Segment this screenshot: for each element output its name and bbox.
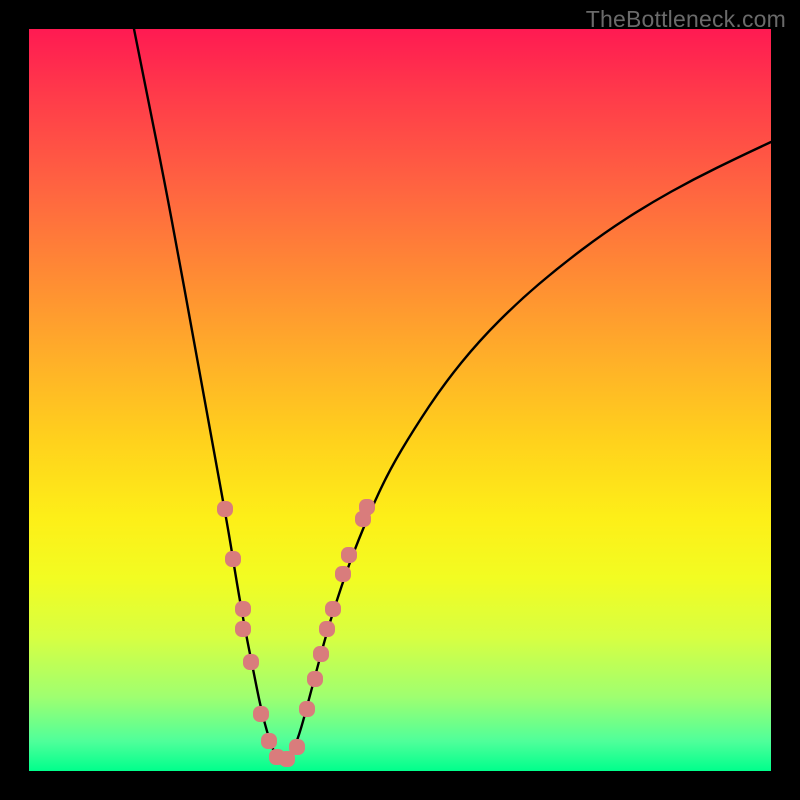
marker-dot — [261, 733, 277, 749]
marker-dot — [235, 621, 251, 637]
marker-dot — [289, 739, 305, 755]
bottleneck-curve — [134, 29, 771, 763]
marker-dot — [307, 671, 323, 687]
marker-dot — [235, 601, 251, 617]
chart-frame: TheBottleneck.com — [0, 0, 800, 800]
marker-dot — [225, 551, 241, 567]
marker-dot — [313, 646, 329, 662]
marker-dot — [359, 499, 375, 515]
marker-dot — [253, 706, 269, 722]
marker-dot — [299, 701, 315, 717]
marker-dot — [319, 621, 335, 637]
marker-dot — [217, 501, 233, 517]
bottleneck-curve-svg — [29, 29, 771, 771]
marker-dot — [341, 547, 357, 563]
marker-dot — [325, 601, 341, 617]
marker-dot — [243, 654, 259, 670]
marker-dot — [335, 566, 351, 582]
gradient-plot-area — [29, 29, 771, 771]
marker-group — [217, 499, 375, 767]
